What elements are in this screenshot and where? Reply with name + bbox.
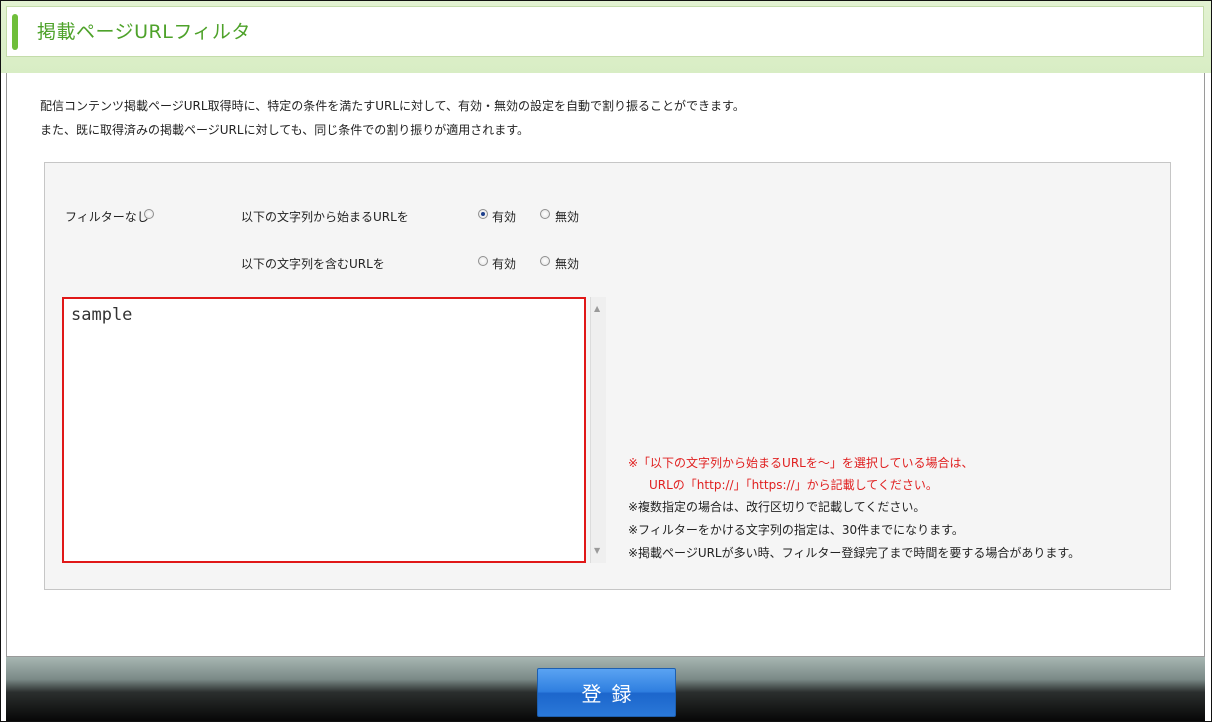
contains-label: 以下の文字列を含むURLを (241, 257, 385, 271)
starts-with-valid-label: 有効 (492, 210, 517, 224)
starts-with-invalid-radio[interactable] (540, 209, 550, 219)
register-button[interactable]: 登録 (537, 668, 676, 717)
description-line-2: また、既に取得済みの掲載ページURLに対しても、同じ条件での割り振りが適用されま… (40, 123, 530, 137)
note-line-3: ※複数指定の場合は、改行区切りで記載してください。 (628, 500, 926, 514)
note-line-1: ※「以下の文字列から始まるURLを～」を選択している場合は、 (628, 456, 974, 470)
no-filter-radio[interactable] (144, 209, 154, 219)
starts-with-label: 以下の文字列から始まるURLを (241, 210, 409, 224)
scroll-down-icon[interactable]: ▼ (594, 547, 600, 555)
description-line-1: 配信コンテンツ掲載ページURL取得時に、特定の条件を満たすURLに対して、有効・… (40, 99, 745, 113)
no-filter-label: フィルターなし (65, 210, 149, 224)
header-accent-bar (12, 14, 18, 50)
starts-with-valid-radio[interactable] (478, 209, 488, 219)
contains-invalid-radio[interactable] (540, 256, 550, 266)
page-frame: 掲載ページURLフィルタ 配信コンテンツ掲載ページURL取得時に、特定の条件を満… (0, 0, 1212, 722)
url-filter-textarea[interactable]: sample (62, 297, 586, 563)
textarea-scrollbar[interactable]: ▲ ▼ (590, 297, 606, 563)
note-line-2: URLの「http://」「https://」から記載してください。 (649, 478, 938, 492)
note-line-4: ※フィルターをかける文字列の指定は、30件までになります。 (628, 523, 964, 537)
contains-valid-label: 有効 (492, 257, 517, 271)
contains-valid-radio[interactable] (478, 256, 488, 266)
starts-with-invalid-label: 無効 (555, 210, 580, 224)
note-line-5: ※掲載ページURLが多い時、フィルター登録完了まで時間を要する場合があります。 (628, 546, 1081, 560)
contains-invalid-label: 無効 (555, 257, 580, 271)
scroll-up-icon[interactable]: ▲ (594, 305, 600, 313)
page-title: 掲載ページURLフィルタ (37, 21, 251, 43)
